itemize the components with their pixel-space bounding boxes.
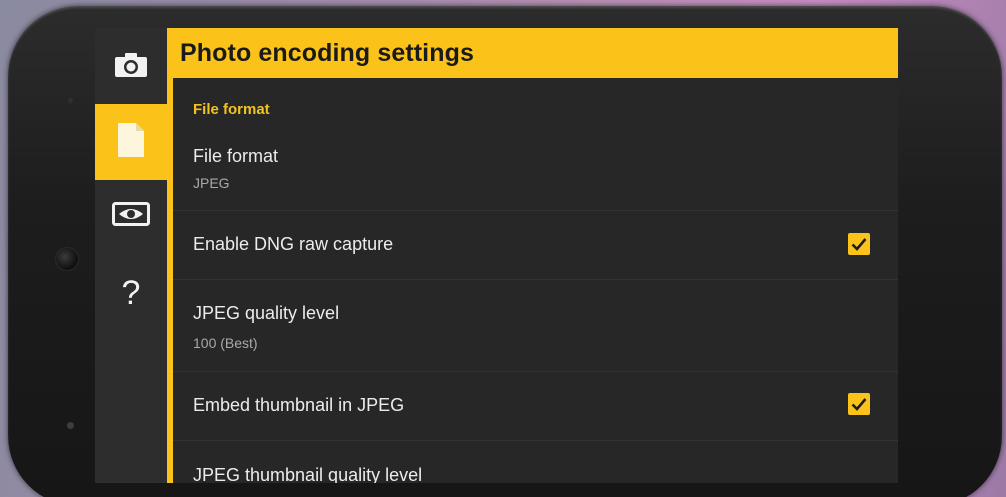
settings-list: File format File format JPEG Enable DNG … xyxy=(173,78,898,483)
setting-title: Enable DNG raw capture xyxy=(193,234,394,254)
setting-title: Embed thumbnail in JPEG xyxy=(193,395,405,415)
embed-thumbnail-checkbox[interactable] xyxy=(848,393,870,415)
front-sensor xyxy=(68,98,73,103)
setting-enable-dng[interactable]: Enable DNG raw capture xyxy=(173,211,898,280)
section-header-file-format: File format xyxy=(193,101,270,118)
earpiece-speaker xyxy=(55,247,79,271)
rail-item-help[interactable]: ? xyxy=(95,253,167,333)
rail-item-file[interactable] xyxy=(95,104,167,180)
checkmark-icon xyxy=(851,398,867,411)
setting-summary: JPEG xyxy=(193,175,230,191)
proximity-sensor xyxy=(67,422,74,429)
setting-title: JPEG thumbnail quality level xyxy=(193,465,423,483)
app-screen: ? Photo encoding settings File format Fi… xyxy=(95,28,898,483)
file-icon xyxy=(117,122,145,163)
page-header: Photo encoding settings xyxy=(173,28,898,78)
side-navigation-rail: ? xyxy=(95,28,167,483)
setting-title: File format xyxy=(193,146,279,166)
setting-embed-thumbnail[interactable]: Embed thumbnail in JPEG xyxy=(173,372,898,441)
setting-summary: 100 (Best) xyxy=(193,335,258,351)
setting-title: JPEG quality level xyxy=(193,303,340,323)
setting-thumbnail-quality[interactable]: JPEG thumbnail quality level xyxy=(173,441,898,483)
rail-item-camera[interactable] xyxy=(95,28,167,104)
rail-item-preview[interactable] xyxy=(95,178,167,254)
setting-jpeg-quality[interactable]: JPEG quality level 100 (Best) xyxy=(173,280,898,372)
setting-file-format[interactable]: File format JPEG xyxy=(173,130,898,211)
dng-checkbox[interactable] xyxy=(848,233,870,255)
help-icon: ? xyxy=(121,273,141,312)
camera-icon xyxy=(114,50,148,83)
eye-icon xyxy=(112,201,150,231)
checkmark-icon xyxy=(851,238,867,251)
page-title: Photo encoding settings xyxy=(180,38,474,67)
